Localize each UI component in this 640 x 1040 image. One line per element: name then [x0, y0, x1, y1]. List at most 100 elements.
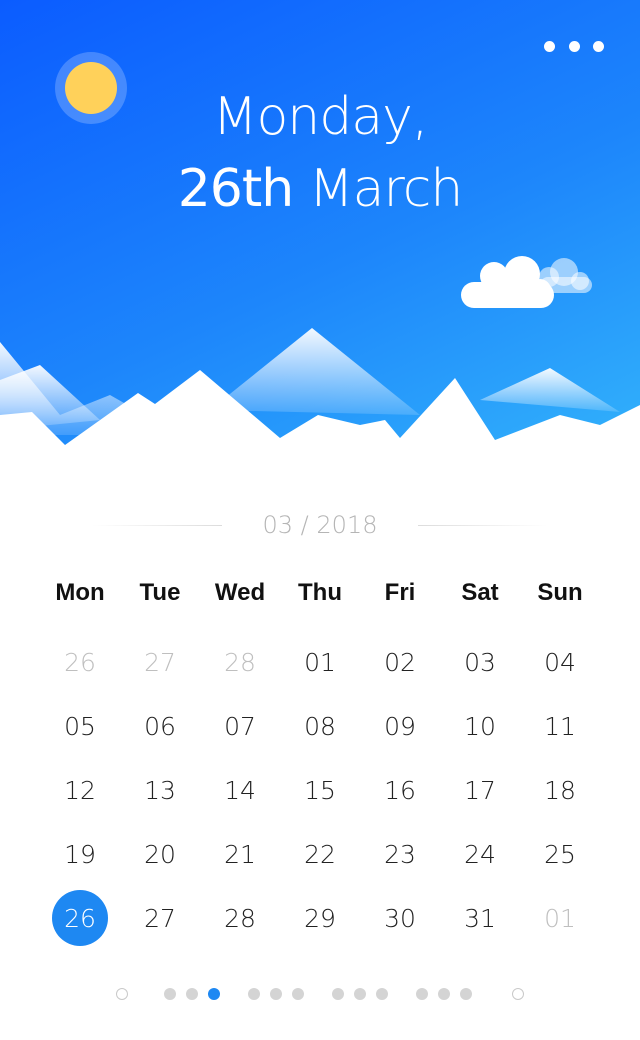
day-number: 07 [224, 711, 256, 741]
day-number: 10 [464, 711, 496, 741]
day-number: 03 [464, 647, 496, 677]
day-cell[interactable]: 21 [200, 822, 280, 886]
day-number: 14 [224, 775, 256, 805]
day-number: 31 [464, 903, 496, 933]
day-cell[interactable]: 03 [440, 630, 520, 694]
day-number: 24 [464, 839, 496, 869]
day-cell[interactable]: 25 [520, 822, 600, 886]
day-number: 02 [384, 647, 416, 677]
weekday-label: Wed [214, 579, 266, 606]
weekday-label: Thu [298, 579, 342, 606]
calendar-app: Monday, 26th March 03 / 2018 Mon Tue Wed… [0, 0, 640, 1040]
day-cell[interactable]: 04 [520, 630, 600, 694]
day-cell[interactable]: 20 [120, 822, 200, 886]
clouds-icon [461, 256, 592, 308]
day-cell[interactable]: 10 [440, 694, 520, 758]
day-cell[interactable]: 01 [280, 630, 360, 694]
day-cell[interactable]: 22 [280, 822, 360, 886]
day-cell[interactable]: 28 [200, 630, 280, 694]
weather-header: Monday, 26th March [0, 0, 640, 470]
day-cell[interactable]: 26 [40, 630, 120, 694]
page-dot[interactable] [438, 988, 450, 1000]
day-cell[interactable]: 27 [120, 886, 200, 950]
day-number: 18 [544, 775, 576, 805]
page-dot-active[interactable] [208, 988, 220, 1000]
more-dot [544, 40, 555, 52]
day-cell[interactable]: 05 [40, 694, 120, 758]
month-header: 03 / 2018 [0, 505, 640, 545]
day-number: 05 [64, 711, 96, 741]
day-number: 08 [304, 711, 336, 741]
day-number: 09 [384, 711, 416, 741]
day-cell[interactable]: 06 [120, 694, 200, 758]
day-number: 04 [544, 647, 576, 677]
page-dot[interactable] [332, 988, 344, 1000]
page-dot[interactable] [292, 988, 304, 1000]
day-number: 28 [224, 647, 256, 677]
weekday-row: Mon Tue Wed Thu Fri Sat Sun [40, 576, 600, 610]
page-dot[interactable] [512, 988, 524, 1000]
divider [92, 525, 222, 526]
day-number: 20 [144, 839, 176, 869]
day-cell[interactable]: 23 [360, 822, 440, 886]
day-number: 26 [64, 647, 96, 677]
more-options-button[interactable] [540, 30, 608, 62]
page-dot[interactable] [416, 988, 428, 1000]
page-dot[interactable] [376, 988, 388, 1000]
day-number: 17 [464, 775, 496, 805]
weekday-label: Mon [55, 579, 105, 606]
page-dot[interactable] [116, 988, 128, 1000]
day-cell[interactable]: 15 [280, 758, 360, 822]
day-cell[interactable]: 28 [200, 886, 280, 950]
weekday-label: Sat [461, 579, 499, 606]
day-number: 27 [144, 903, 176, 933]
weekday-label: Sun [537, 579, 583, 606]
day-cell[interactable]: 09 [360, 694, 440, 758]
day-cell-selected[interactable]: 26 [40, 886, 120, 950]
day-cell[interactable]: 07 [200, 694, 280, 758]
day-cell[interactable]: 01 [520, 886, 600, 950]
day-number: 27 [144, 647, 176, 677]
day-cell[interactable]: 11 [520, 694, 600, 758]
day-grid: 26 27 28 01 02 03 04 05 06 07 08 09 10 11 12 13 14 15 16 17… [40, 630, 600, 950]
page-dot[interactable] [270, 988, 282, 1000]
day-number: 29 [304, 903, 336, 933]
page-dot[interactable] [164, 988, 176, 1000]
day-cell[interactable]: 14 [200, 758, 280, 822]
month-label: 03 / 2018 [262, 511, 378, 539]
day-number: 12 [64, 775, 96, 805]
more-dot [568, 40, 580, 52]
day-number: 21 [224, 839, 256, 869]
page-dot[interactable] [354, 988, 366, 1000]
page-dot[interactable] [248, 988, 260, 1000]
day-cell[interactable]: 12 [40, 758, 120, 822]
mountains-illustration [0, 328, 640, 470]
day-cell[interactable]: 17 [440, 758, 520, 822]
divider [418, 525, 548, 526]
more-dot [593, 40, 604, 52]
day-cell[interactable]: 18 [520, 758, 600, 822]
day-cell[interactable]: 16 [360, 758, 440, 822]
date-number: 26th [177, 159, 295, 219]
day-cell[interactable]: 27 [120, 630, 200, 694]
page-dot[interactable] [460, 988, 472, 1000]
day-cell[interactable]: 29 [280, 886, 360, 950]
day-cell[interactable]: 24 [440, 822, 520, 886]
day-cell[interactable]: 19 [40, 822, 120, 886]
day-number: 22 [304, 839, 336, 869]
date-title: 26th March [0, 158, 640, 220]
day-number: 23 [384, 839, 416, 869]
page-dot[interactable] [186, 988, 198, 1000]
day-cell[interactable]: 13 [120, 758, 200, 822]
day-cell[interactable]: 08 [280, 694, 360, 758]
day-number: 28 [224, 903, 256, 933]
day-number: 16 [384, 775, 416, 805]
day-number: 25 [544, 839, 576, 869]
day-number: 15 [304, 775, 336, 805]
day-number: 11 [544, 711, 576, 741]
day-number: 06 [144, 711, 176, 741]
page-indicator [0, 986, 640, 1002]
day-cell[interactable]: 31 [440, 886, 520, 950]
day-cell[interactable]: 30 [360, 886, 440, 950]
day-cell[interactable]: 02 [360, 630, 440, 694]
